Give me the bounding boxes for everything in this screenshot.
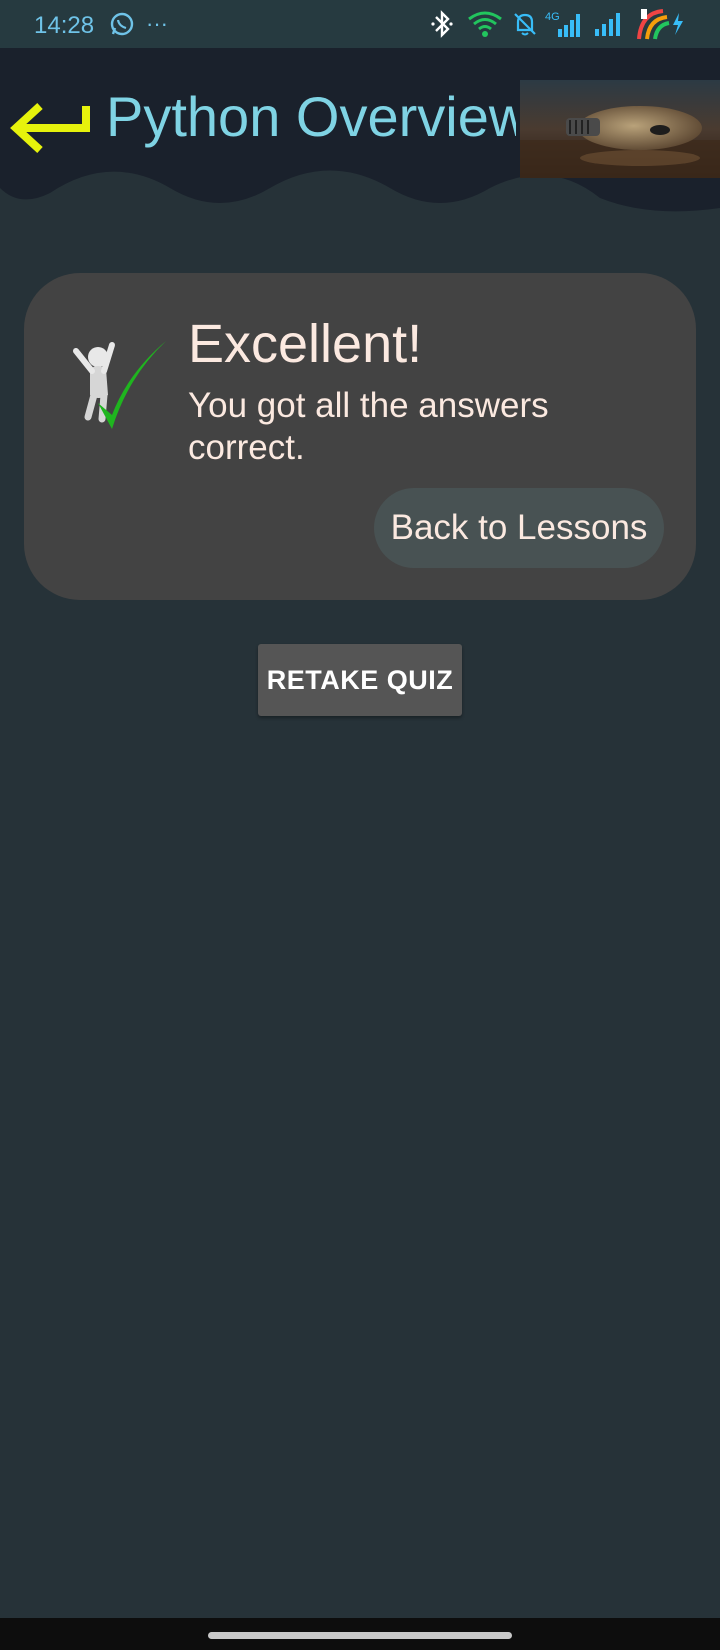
notifications-off-icon	[510, 8, 540, 40]
battery-charging-icon	[632, 8, 688, 40]
signal-4g-icon: 4G	[544, 8, 584, 40]
signal-icon	[592, 8, 626, 40]
network-label: 4G	[545, 11, 560, 23]
lightbulb-photo	[520, 80, 720, 178]
back-button[interactable]	[6, 98, 90, 158]
header: Python Overview	[0, 48, 720, 218]
status-bar: 14:28 ··· 4G	[0, 0, 720, 48]
result-heading: Excellent!	[188, 314, 423, 374]
bluetooth-icon	[428, 8, 456, 40]
more-dots: ···	[146, 11, 168, 36]
page-title: Python Overview	[106, 85, 516, 148]
celebration-checkmark-icon	[68, 337, 168, 437]
retake-quiz-button[interactable]: RETAKE QUIZ	[258, 644, 462, 716]
result-card: Excellent! You got all the answers corre…	[24, 273, 696, 600]
home-indicator[interactable]	[208, 1632, 512, 1639]
return-arrow-icon	[10, 103, 90, 153]
navigation-bar	[0, 1618, 720, 1650]
more-icon: ···	[142, 8, 172, 40]
whatsapp-icon	[108, 8, 136, 40]
result-message: You got all the answers correct.	[188, 386, 549, 467]
quiz-result-screen: 14:28 ··· 4G Python Overview Excellent! …	[0, 0, 720, 1650]
back-to-lessons-button[interactable]: Back to Lessons	[374, 488, 664, 568]
status-time: 14:28	[34, 12, 95, 39]
wifi-icon	[466, 8, 504, 40]
